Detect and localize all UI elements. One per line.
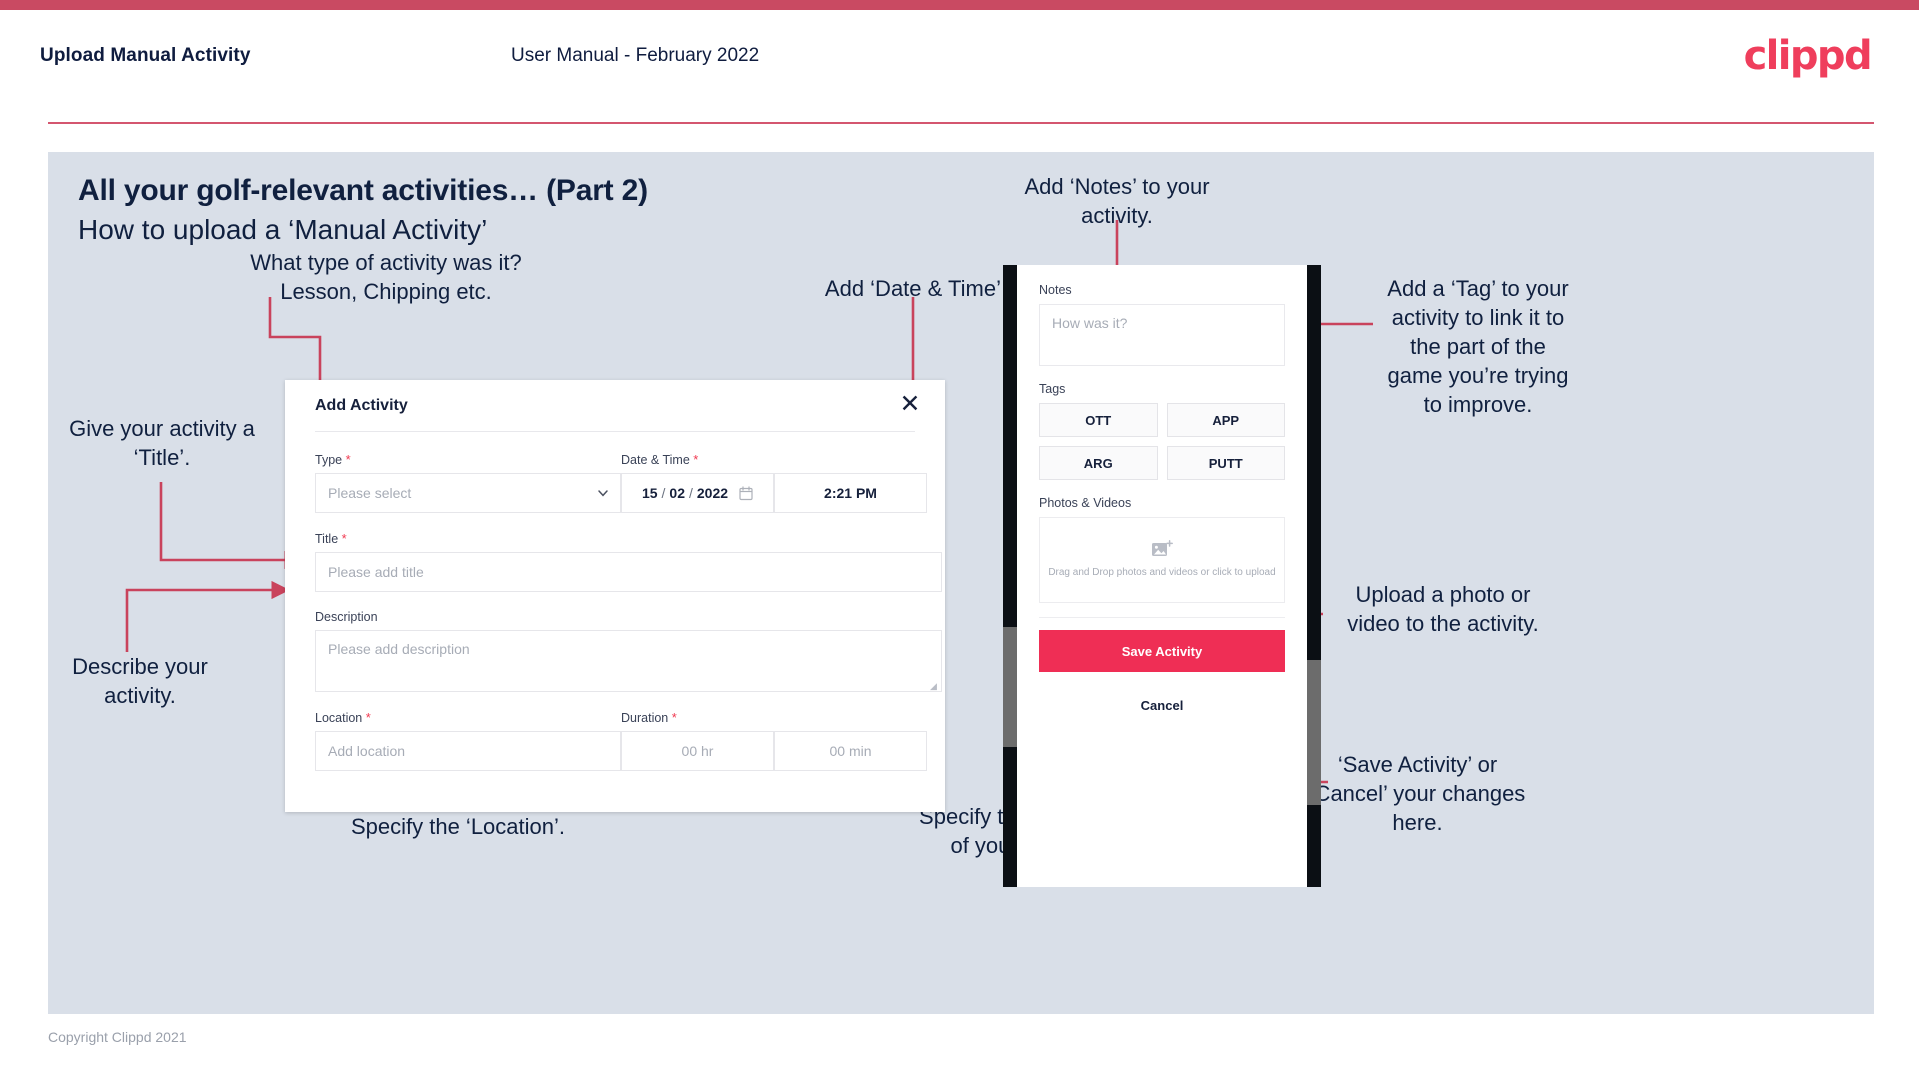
tag-putt[interactable]: PUTT [1166, 446, 1285, 480]
annotation-title: Give your activity a ‘Title’. [69, 416, 255, 470]
date-month: 02 [669, 485, 685, 501]
cancel-button[interactable]: Cancel [1039, 688, 1285, 722]
photo-upload-dropzone[interactable]: Drag and Drop photos and videos or click… [1039, 517, 1285, 603]
date-year: 2022 [696, 485, 729, 501]
phone-screen: Notes How was it? Tags OTT APP ARG PUTT … [1017, 265, 1307, 887]
description-label: Description [315, 610, 378, 624]
page-title: Upload Manual Activity [40, 45, 251, 66]
title-field: Title * Please add title [315, 531, 942, 592]
phone-bezel-right-segment [1307, 660, 1321, 805]
tags-label: Tags [1039, 382, 1066, 396]
annotation-photos: Upload a photo or video to the activity. [1347, 582, 1539, 636]
tag-arg[interactable]: ARG [1039, 446, 1158, 480]
slide-subtitle: How to upload a ‘Manual Activity’ [78, 214, 488, 245]
type-label: Type * [315, 452, 351, 467]
title-label: Title * [315, 531, 347, 546]
type-select-value: Please select [315, 473, 621, 513]
annotation-description: Describe your activity. [72, 654, 208, 708]
header-divider [48, 122, 1874, 124]
title-input[interactable]: Please add title [315, 552, 942, 592]
duration-controls: 00 hr 00 min [621, 731, 927, 771]
annotation-notes: Add ‘Notes’ to your activity. [1024, 174, 1210, 228]
type-select[interactable]: Please select [315, 473, 621, 513]
add-activity-dialog: Add Activity ✕ Type * Please select Date… [285, 380, 945, 812]
annotation-location: Specify the ‘Location’. [350, 814, 566, 839]
add-image-icon [1152, 540, 1173, 556]
slide-title: All your golf-relevant activities… (Part… [78, 174, 648, 207]
dropzone-text: Drag and Drop photos and videos or click… [1048, 567, 1276, 578]
notes-input[interactable]: How was it? [1039, 304, 1285, 366]
resize-grip-icon[interactable]: ◢ [930, 681, 938, 691]
slide-canvas: All your golf-relevant activities… (Part… [48, 152, 1874, 1014]
notes-label: Notes [1039, 283, 1072, 297]
activity-form: Type * Please select Date & Time * 15 / … [315, 452, 942, 771]
duration-hours-input[interactable]: 00 hr [621, 731, 774, 771]
datetime-label: Date & Time * [621, 452, 699, 467]
dialog-divider [315, 431, 915, 432]
description-field: Description Please add description ◢ [315, 610, 942, 692]
location-label: Location * [315, 710, 371, 725]
description-input[interactable]: Please add description ◢ [315, 630, 942, 692]
description-placeholder: Please add description [328, 641, 470, 657]
tags-grid: OTT APP ARG PUTT [1039, 403, 1285, 480]
footer-copyright: Copyright Clippd 2021 [48, 1029, 187, 1045]
datetime-controls: 15 / 02 / 2022 2:21 PM [621, 473, 927, 513]
annotation-save: ‘Save Activity’ or ‘Cancel’ your changes… [1309, 752, 1526, 835]
clippd-logo: clippd [1743, 33, 1873, 79]
date-sep-1: / [661, 485, 666, 501]
chevron-down-icon [598, 490, 608, 497]
annotation-tags: Add a ‘Tag’ to your activity to link it … [1387, 276, 1569, 417]
date-sep-2: / [689, 485, 693, 501]
photos-videos-label: Photos & Videos [1039, 496, 1132, 510]
dialog-header: Add Activity ✕ [285, 380, 945, 430]
location-field: Location * Add location [315, 710, 621, 771]
tag-ott[interactable]: OTT [1039, 403, 1158, 437]
date-input[interactable]: 15 / 02 / 2022 [621, 473, 774, 513]
annotation-type: What type of activity was it? Lesson, Ch… [250, 250, 522, 304]
duration-field: Duration * 00 hr 00 min [621, 710, 927, 771]
phone-divider [1039, 617, 1285, 618]
save-activity-button[interactable]: Save Activity [1039, 630, 1285, 672]
form-row-type-datetime: Type * Please select Date & Time * 15 / … [315, 452, 927, 513]
duration-minutes-input[interactable]: 00 min [774, 731, 927, 771]
phone-bezel-left-segment [1003, 627, 1017, 747]
annotation-datetime: Add ‘Date & Time’. [824, 276, 1008, 301]
phone-bezel-right [1307, 265, 1321, 887]
slide-page: Upload Manual Activity User Manual - Feb… [0, 0, 1919, 1079]
duration-label: Duration * [621, 710, 677, 725]
phone-mockup: Notes How was it? Tags OTT APP ARG PUTT … [1003, 265, 1321, 887]
dialog-title: Add Activity [315, 397, 408, 414]
top-accent-bar [0, 0, 1919, 10]
header-subtitle: User Manual - February 2022 [511, 45, 760, 66]
calendar-icon[interactable] [739, 485, 753, 501]
date-day: 15 [641, 485, 658, 501]
datetime-field: Date & Time * 15 / 02 / 2022 2:21 PM [621, 452, 927, 513]
time-input[interactable]: 2:21 PM [774, 473, 927, 513]
phone-bezel-left [1003, 265, 1017, 887]
tag-app[interactable]: APP [1166, 403, 1285, 437]
location-input[interactable]: Add location [315, 731, 621, 771]
form-row-location-duration: Location * Add location Duration * 00 hr… [315, 710, 927, 771]
type-field: Type * Please select [315, 452, 621, 513]
close-icon[interactable]: ✕ [897, 391, 923, 418]
